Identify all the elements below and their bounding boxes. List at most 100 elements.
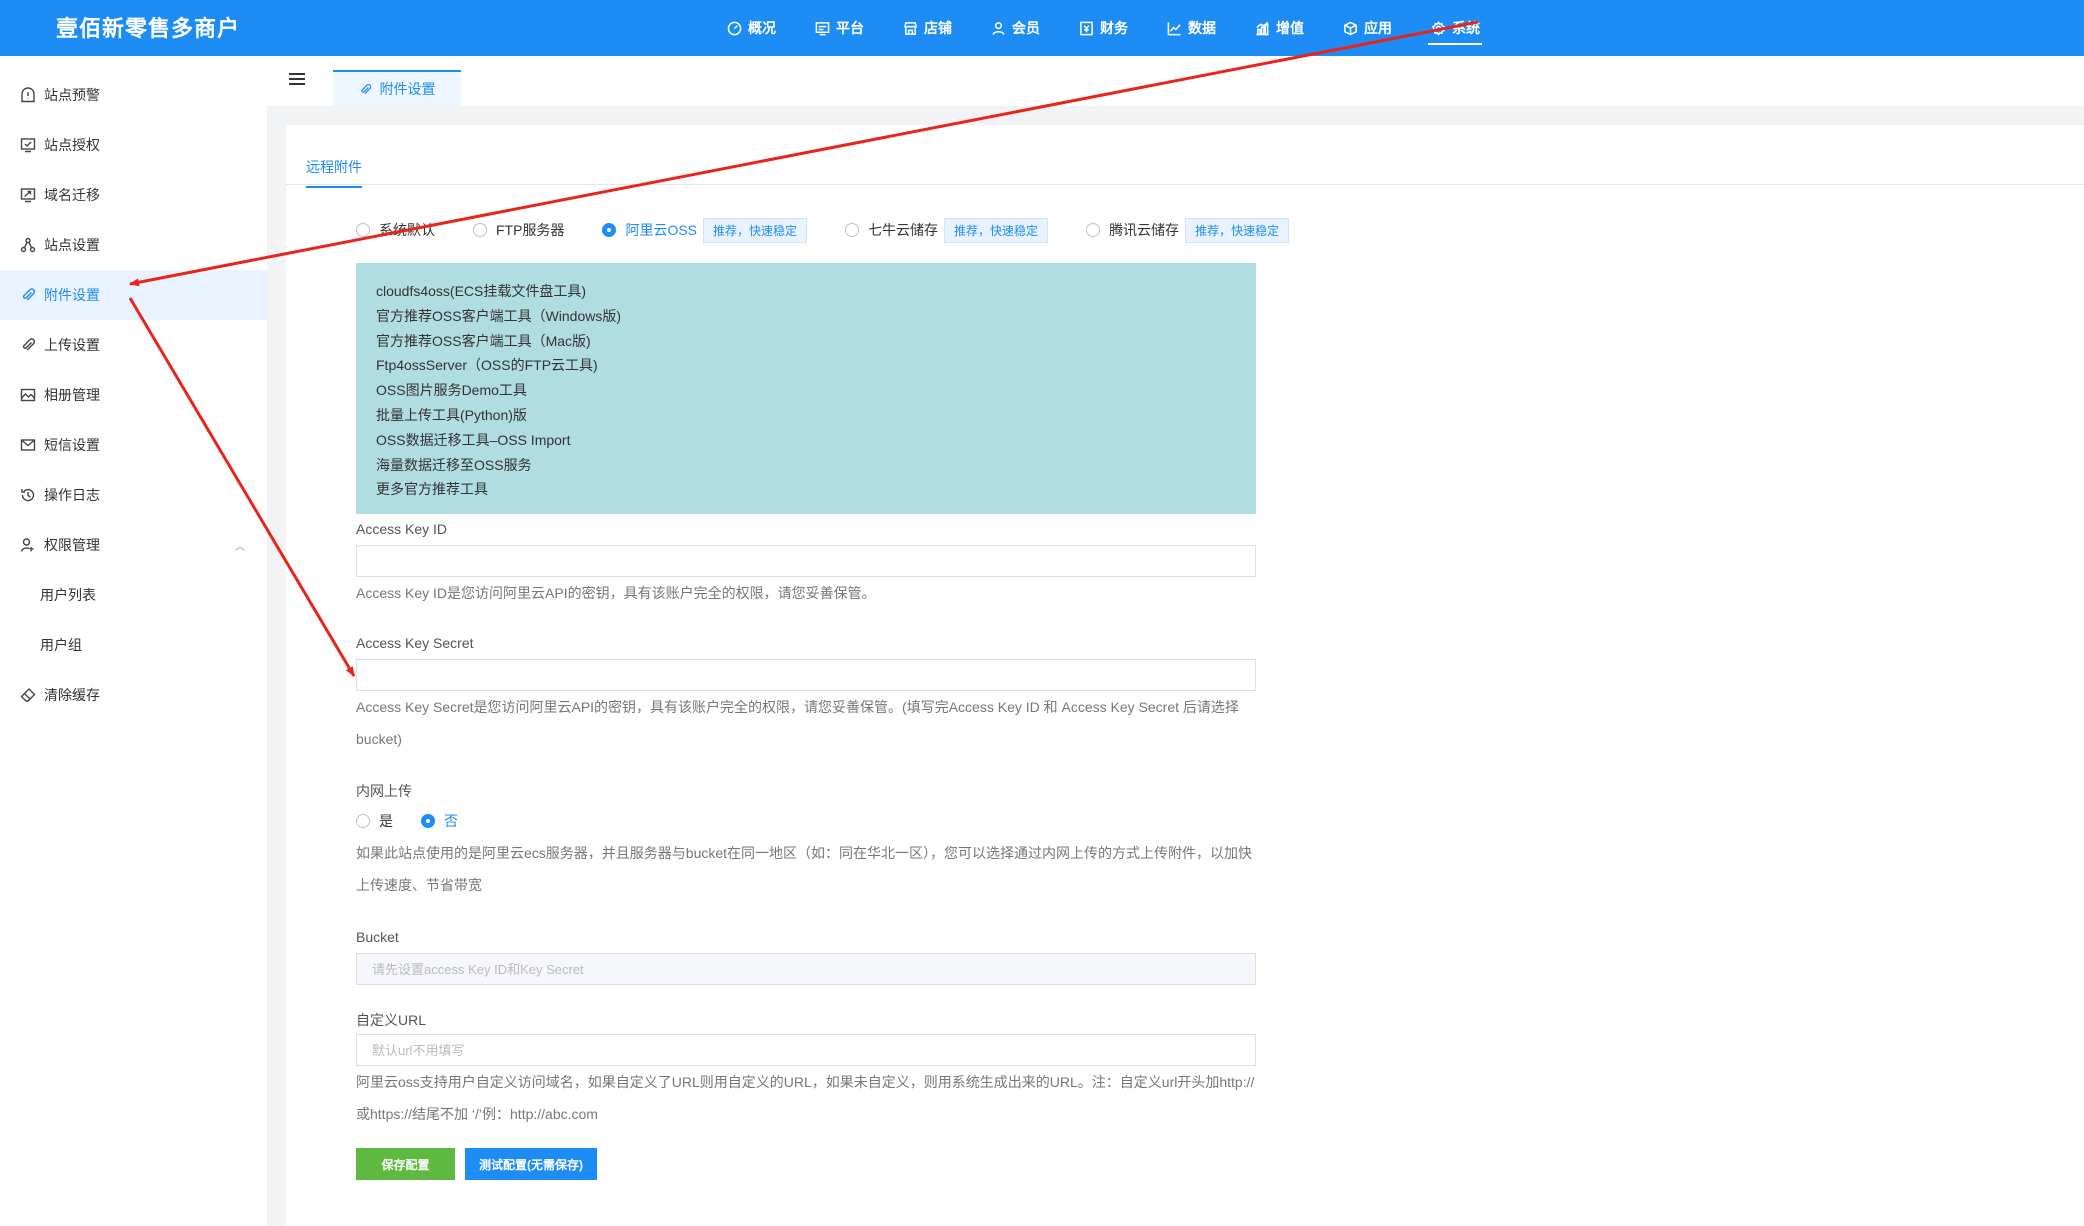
monitor-icon: [814, 20, 830, 36]
tool-link[interactable]: 更多官方推荐工具: [376, 477, 1236, 502]
sidebar-item-label: 站点授权: [44, 137, 100, 153]
sidebar-item-label: 用户列表: [40, 587, 96, 603]
gear-icon: [1430, 20, 1446, 36]
nav-overview[interactable]: 概况: [726, 0, 776, 56]
intranet-upload-help: 如果此站点使用的是阿里云ecs服务器，并且服务器与bucket在同一地区（如：同…: [356, 845, 1253, 893]
radio-tencent-storage[interactable]: 腾讯云储存 推荐，快速稳定: [1086, 217, 1290, 243]
tool-link[interactable]: 官方推荐OSS客户端工具（Mac版): [376, 329, 1236, 354]
sidebar-item-site-alert[interactable]: 站点预警: [0, 70, 267, 120]
access-key-id-input[interactable]: [356, 545, 1256, 577]
top-nav-menu: 概况 平台 店铺 会员 财务 数据 增值 应用 系统: [726, 0, 1518, 56]
chevron-up-icon[interactable]: ︿: [235, 538, 245, 553]
nav-label: 系统: [1452, 20, 1480, 36]
custom-url-label: 自定义URL: [356, 1012, 427, 1028]
nav-apps[interactable]: 应用: [1342, 0, 1392, 56]
migrate-icon: [20, 187, 36, 203]
sidebar-item-domain-migration[interactable]: 域名迁移: [0, 170, 267, 220]
nav-label: 店铺: [924, 20, 952, 36]
app-title: 壹佰新零售多商户: [56, 16, 241, 41]
paperclip-icon: [360, 83, 371, 94]
nav-member[interactable]: 会员: [990, 0, 1040, 56]
recommend-badge: 推荐，快速稳定: [703, 217, 808, 243]
sidebar-item-album-management[interactable]: 相册管理: [0, 370, 267, 420]
nav-data[interactable]: 数据: [1166, 0, 1216, 56]
subtab-bar: 远程附件: [286, 125, 2084, 188]
sidebar-item-label: 附件设置: [44, 287, 100, 303]
nav-finance[interactable]: 财务: [1078, 0, 1128, 56]
paperclip-icon: [20, 287, 36, 303]
radio-label: 否: [444, 813, 458, 829]
nav-label: 数据: [1188, 20, 1216, 36]
tool-link[interactable]: cloudfs4oss(ECS挂载文件盘工具): [376, 279, 1236, 304]
nav-label: 财务: [1100, 20, 1128, 36]
sidebar-item-clear-cache[interactable]: 清除缓存: [0, 670, 267, 720]
nav-label: 概况: [748, 20, 776, 36]
tool-link[interactable]: 官方推荐OSS客户端工具（Windows版): [376, 304, 1236, 329]
radio-ftp-server[interactable]: FTP服务器: [473, 220, 564, 240]
tool-link[interactable]: OSS数据迁移工具–OSS Import: [376, 428, 1236, 453]
radio-circle: [421, 814, 435, 828]
tool-link[interactable]: 批量上传工具(Python)版: [376, 403, 1236, 428]
sidebar-item-label: 相册管理: [44, 387, 100, 403]
sidebar-item-user-list[interactable]: 用户列表: [0, 570, 267, 620]
sidebar-item-label: 站点预警: [44, 87, 100, 103]
nav-platform[interactable]: 平台: [814, 0, 864, 56]
custom-url-help: 阿里云oss支持用户自定义访问域名，如果自定义了URL则用自定义的URL，如果未…: [356, 1074, 1255, 1122]
test-config-button[interactable]: 测试配置(无需保存): [465, 1148, 597, 1180]
save-config-button[interactable]: 保存配置: [356, 1148, 455, 1180]
sidebar-item-label: 用户组: [40, 637, 82, 653]
nav-system[interactable]: 系统: [1428, 0, 1482, 56]
nav-store[interactable]: 店铺: [902, 0, 952, 56]
tab-remote-attachment[interactable]: 远程附件: [306, 157, 362, 188]
gauge-icon: [726, 20, 742, 36]
tool-link[interactable]: OSS图片服务Demo工具: [376, 378, 1236, 403]
user-icon: [990, 20, 1006, 36]
tool-link[interactable]: Ftp4ossServer（OSS的FTP云工具): [376, 353, 1236, 378]
cube-icon: [1342, 20, 1358, 36]
sidebar-item-operation-log[interactable]: 操作日志: [0, 470, 267, 520]
nav-value-added[interactable]: 增值: [1254, 0, 1304, 56]
sidebar-item-permission-management[interactable]: 权限管理 ︿: [0, 520, 267, 570]
sidebar-item-site-authorization[interactable]: 站点授权: [0, 120, 267, 170]
sidebar-item-upload-settings[interactable]: 上传设置: [0, 320, 267, 370]
sidebar-item-attachment-settings[interactable]: 附件设置: [0, 270, 267, 320]
radio-system-default[interactable]: 系统默认: [356, 220, 435, 240]
custom-url-input[interactable]: [356, 1034, 1256, 1066]
paperclip-icon: [20, 337, 36, 353]
radio-intranet-no[interactable]: 否: [421, 811, 458, 831]
radio-intranet-yes[interactable]: 是: [356, 811, 393, 831]
sidebar: 站点预警 站点授权 域名迁移 站点设置 附件设置 上传设置 相册管理 短信设置 …: [0, 56, 267, 1226]
nav-label: 平台: [836, 20, 864, 36]
access-key-id-help: Access Key ID是您访问阿里云API的密钥，具有该账户完全的权限，请您…: [356, 585, 876, 601]
oss-tools-box: cloudfs4oss(ECS挂载文件盘工具) 官方推荐OSS客户端工具（Win…: [356, 263, 1256, 514]
line-chart-icon: [1166, 20, 1182, 36]
menu-toggle-icon[interactable]: [289, 73, 305, 87]
sidebar-item-label: 权限管理: [44, 537, 100, 553]
tool-link[interactable]: 海量数据迁移至OSS服务: [376, 453, 1236, 478]
radio-label: 阿里云OSS: [625, 222, 698, 238]
radio-label: 腾讯云储存: [1109, 222, 1180, 238]
history-icon: [20, 487, 36, 503]
radio-qiniu-storage[interactable]: 七牛云储存 推荐，快速稳定: [845, 217, 1049, 243]
radio-label: 七牛云储存: [868, 222, 939, 238]
intranet-upload-label: 内网上传: [356, 783, 412, 799]
sidebar-item-site-settings[interactable]: 站点设置: [0, 220, 267, 270]
sidebar-item-user-group[interactable]: 用户组: [0, 620, 267, 670]
access-key-secret-input[interactable]: [356, 659, 1256, 691]
alert-icon: [20, 87, 36, 103]
bucket-input[interactable]: [356, 953, 1256, 985]
recommend-badge: 推荐，快速稳定: [944, 217, 1049, 243]
intranet-radio-group: 是 否: [356, 811, 486, 831]
sidebar-item-label: 操作日志: [44, 487, 100, 503]
store-icon: [902, 20, 918, 36]
eraser-icon: [20, 687, 36, 703]
top-navigation-bar: 壹佰新零售多商户 概况 平台 店铺 会员 财务 数据 增值 应用 系统: [0, 0, 2084, 56]
access-key-secret-label: Access Key Secret: [356, 635, 474, 651]
radio-aliyun-oss[interactable]: 阿里云OSS 推荐，快速稳定: [602, 217, 808, 243]
sidebar-item-label: 上传设置: [44, 337, 100, 353]
mail-icon: [20, 437, 36, 453]
sidebar-item-sms-settings[interactable]: 短信设置: [0, 420, 267, 470]
radio-circle: [356, 814, 370, 828]
tab-attachment-settings[interactable]: 附件设置: [333, 70, 461, 106]
image-icon: [20, 387, 36, 403]
